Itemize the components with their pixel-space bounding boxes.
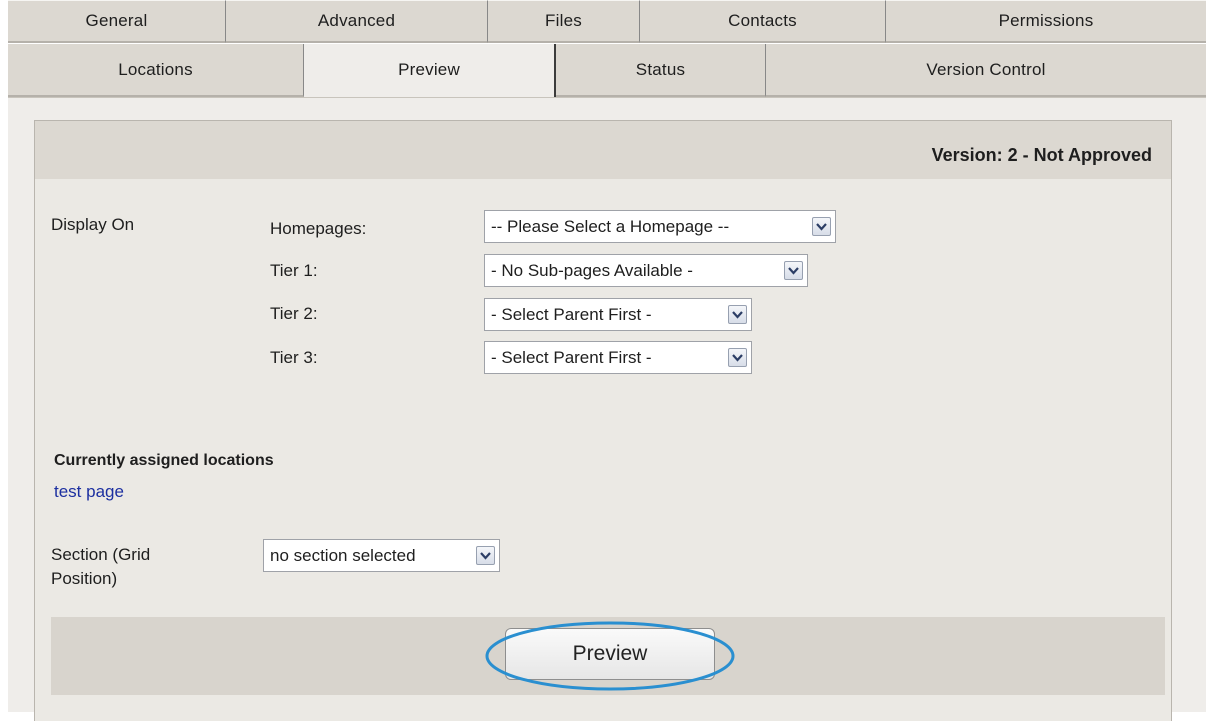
chevron-down-icon [784,261,803,280]
tab-status[interactable]: Status [556,44,766,97]
tab-row-2: Locations Preview Status Version Control [8,44,1206,98]
form-header: Version: 2 - Not Approved [35,121,1171,179]
tier2-select-value: - Select Parent First - [491,304,652,324]
tab-general[interactable]: General [8,0,226,43]
chevron-down-icon [476,546,495,565]
homepages-select-value: -- Please Select a Homepage -- [491,216,730,236]
tab-contacts-label: Contacts [728,11,797,30]
tab-files-label: Files [545,11,582,30]
preview-button-label: Preview [572,642,648,665]
preview-button[interactable]: Preview [505,628,715,680]
chevron-down-icon [812,217,831,236]
section-select-value: no section selected [270,545,416,565]
tab-permissions-label: Permissions [998,11,1094,30]
tab-version-control-label: Version Control [926,60,1046,79]
tab-status-label: Status [635,60,686,79]
tab-advanced[interactable]: Advanced [226,0,488,43]
tab-general-label: General [85,11,148,30]
section-label-line2: Position) [51,569,118,588]
tab-locations[interactable]: Locations [8,44,304,97]
tab-row-1: General Advanced Files Contacts Permissi… [8,0,1206,43]
tab-files[interactable]: Files [488,0,640,43]
tab-preview-label: Preview [398,60,460,79]
section-label-line1: Section (Grid [51,545,151,564]
tab-contacts[interactable]: Contacts [640,0,886,43]
version-status: Version: 2 - Not Approved [931,145,1152,165]
tab-preview[interactable]: Preview [304,44,556,98]
tier3-select[interactable]: - Select Parent First - [484,341,752,374]
tier3-label: Tier 3: [270,348,318,367]
preview-panel: Version: 2 - Not Approved Display On Hom… [8,97,1206,721]
assigned-locations-heading: Currently assigned locations [54,452,274,469]
tab-locations-label: Locations [118,60,193,79]
chevron-down-icon [728,348,747,367]
tier1-label: Tier 1: [270,261,318,280]
tab-advanced-label: Advanced [317,11,396,30]
tier1-select-value: - No Sub-pages Available - [491,260,693,280]
display-on-label: Display On [51,215,135,234]
tier2-select[interactable]: - Select Parent First - [484,298,752,331]
tab-version-control[interactable]: Version Control [766,44,1206,97]
tier2-label: Tier 2: [270,304,318,323]
homepages-label: Homepages: [270,219,367,238]
tier3-select-value: - Select Parent First - [491,347,652,367]
section-select[interactable]: no section selected [263,539,500,572]
button-bar: Preview [51,617,1165,695]
tab-permissions[interactable]: Permissions [886,0,1206,43]
homepages-select[interactable]: -- Please Select a Homepage -- [484,210,836,243]
assigned-location-link[interactable]: test page [54,482,124,502]
chevron-down-icon [728,305,747,324]
tier1-select[interactable]: - No Sub-pages Available - [484,254,808,287]
